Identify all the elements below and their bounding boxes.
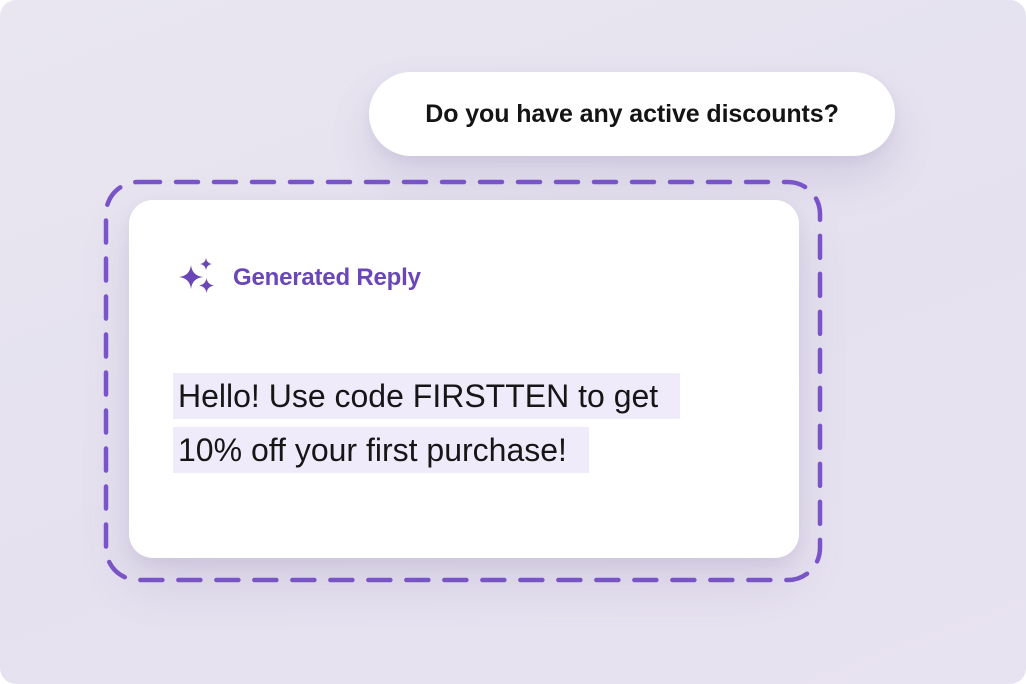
generated-reply-label: Generated Reply <box>233 264 421 291</box>
generated-reply-header: Generated Reply <box>176 258 421 298</box>
generated-reply-card[interactable]: Generated Reply Hello! Use code FIRSTTEN… <box>129 200 799 558</box>
sparkles-icon <box>179 258 214 293</box>
user-message-text: Do you have any active discounts? <box>425 99 839 128</box>
reply-text-line: Hello! Use code FIRSTTEN to get <box>173 373 681 419</box>
reply-text-line: 10% off your first purchase! <box>173 427 589 473</box>
canvas: Do you have any active discounts? Genera… <box>0 0 1026 684</box>
user-message-bubble: Do you have any active discounts? <box>369 72 895 156</box>
generated-reply-body: Hello! Use code FIRSTTEN to get 10% off … <box>173 373 753 481</box>
